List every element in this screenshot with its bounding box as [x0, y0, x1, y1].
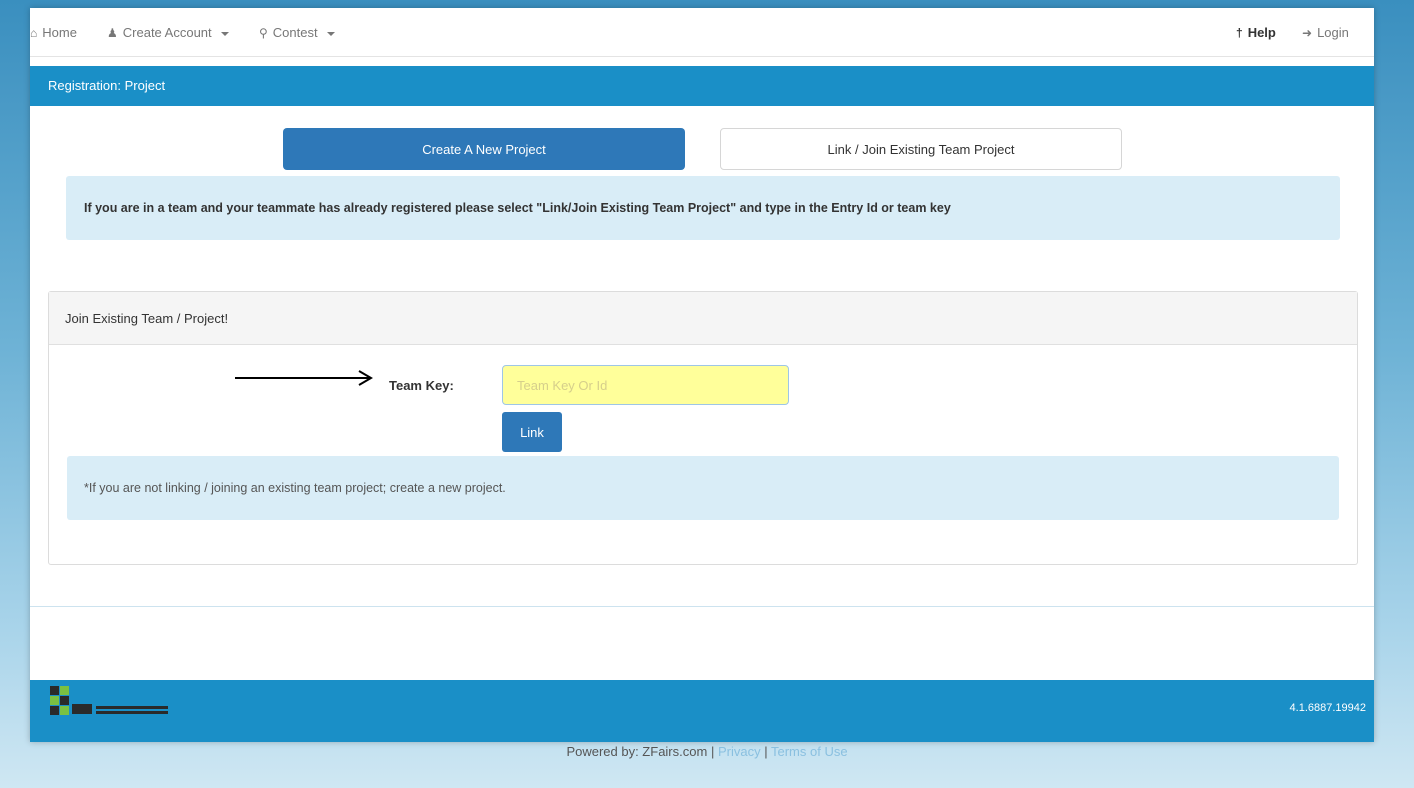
panel-heading-text: Join Existing Team / Project! — [65, 310, 229, 326]
note-alert-text: *If you are not linking / joining an exi… — [84, 481, 506, 495]
nav-home[interactable]: ⌂ Home — [30, 25, 77, 40]
nav-create-account[interactable]: ♟ Create Account — [107, 25, 229, 40]
chevron-down-icon — [326, 31, 335, 36]
nav-help[interactable]: † Help — [1236, 25, 1276, 40]
page-title: Registration: Project — [48, 78, 166, 93]
create-new-project-button[interactable]: Create A New Project — [283, 128, 685, 170]
join-team-panel: Join Existing Team / Project! Team Key: … — [48, 291, 1358, 565]
nav-contest-label: Contest — [272, 25, 318, 40]
nav-create-account-label: Create Account — [122, 25, 212, 40]
link-button[interactable]: Link — [502, 412, 562, 452]
sign-in-icon: ➜ — [1302, 25, 1313, 40]
page-frame: ⌂ Home ♟ Create Account ⚲ Contest † Help… — [30, 8, 1374, 742]
info-alert-text: If you are in a team and your teammate h… — [84, 201, 951, 215]
help-icon: † — [1236, 25, 1243, 40]
users-icon: ♟ — [107, 25, 118, 40]
panel-heading: Join Existing Team / Project! — [49, 292, 1357, 345]
zfairs-logo — [50, 686, 168, 715]
note-alert: *If you are not linking / joining an exi… — [67, 456, 1339, 520]
map-marker-icon: ⚲ — [259, 25, 268, 40]
version-number: 4.1.6887.19942 — [1289, 702, 1366, 714]
footer-bar: 4.1.6887.19942 — [30, 680, 1374, 742]
info-alert: If you are in a team and your teammate h… — [66, 176, 1340, 240]
powered-by-footer: Powered by: ZFairs.com | Privacy | Terms… — [0, 744, 1414, 759]
nav-help-label: Help — [1247, 25, 1276, 40]
powered-by-text: Powered by: ZFairs.com — [566, 744, 708, 759]
home-icon: ⌂ — [30, 25, 38, 40]
arrow-right-icon — [235, 370, 373, 386]
team-key-input[interactable] — [502, 365, 789, 405]
page-header-bar: Registration: Project — [30, 66, 1374, 106]
team-key-label: Team Key: — [389, 378, 454, 393]
footer-separator: | — [764, 744, 768, 759]
terms-link[interactable]: Terms of Use — [771, 744, 848, 759]
top-navbar: ⌂ Home ♟ Create Account ⚲ Contest † Help… — [30, 8, 1374, 57]
chevron-down-icon — [220, 31, 229, 36]
nav-login-label: Login — [1317, 25, 1349, 40]
nav-home-label: Home — [42, 25, 77, 40]
nav-contest[interactable]: ⚲ Contest — [259, 25, 335, 40]
nav-login[interactable]: ➜ Login — [1302, 25, 1349, 40]
link-join-project-button[interactable]: Link / Join Existing Team Project — [720, 128, 1122, 170]
footer-separator: | — [710, 744, 715, 759]
privacy-link[interactable]: Privacy — [718, 744, 761, 759]
main-content: Create A New Project Link / Join Existin… — [30, 106, 1374, 607]
